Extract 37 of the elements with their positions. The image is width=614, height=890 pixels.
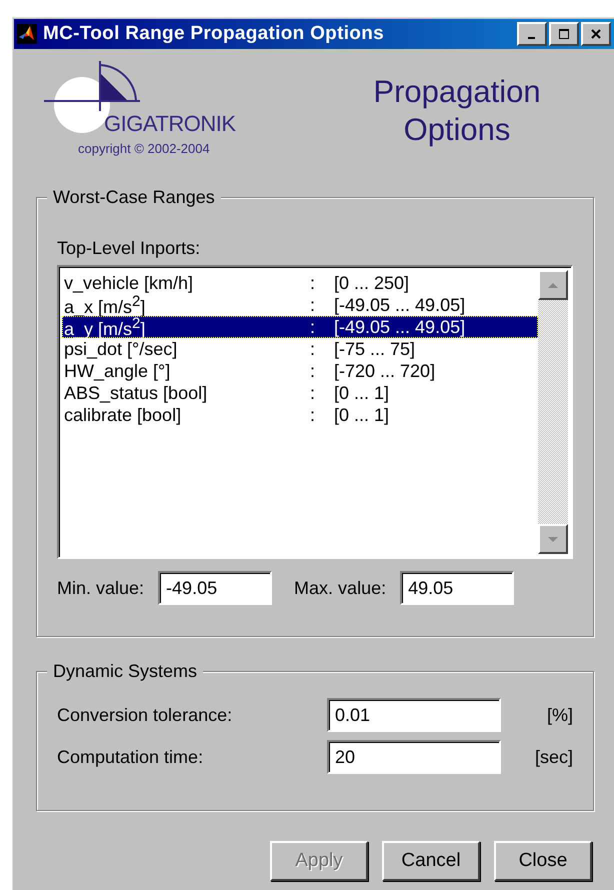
list-item[interactable]: psi_dot [°/sec] : [-75 ... 75] — [62, 338, 538, 360]
input-field[interactable]: -49.05 — [158, 571, 272, 605]
list-item[interactable]: HW_angle [°] : [-720 ... 720] — [62, 360, 538, 382]
logo-name: GIGATRONIK — [104, 111, 236, 137]
maximize-icon — [558, 28, 570, 40]
app-icon — [17, 24, 37, 44]
close-button[interactable] — [581, 22, 611, 46]
list-label: Top-Level Inports: — [57, 238, 202, 259]
group-title: Worst-Case Ranges — [47, 187, 221, 208]
field-label: Computation time: — [57, 746, 204, 768]
maximize-button[interactable] — [549, 22, 579, 46]
input-field[interactable]: 0.01 — [327, 698, 501, 732]
scrollbar[interactable] — [538, 270, 568, 554]
down-arrow-icon — [547, 536, 559, 542]
up-arrow-icon — [547, 282, 559, 288]
list-item[interactable]: v_vehicle [km/h] : [0 ... 250] — [62, 272, 538, 294]
unit-label: [sec] — [534, 746, 573, 768]
copyright-text: copyright © 2002-2004 — [78, 141, 211, 156]
list-item[interactable]: calibrate [bool] : [0 ... 1] — [62, 404, 538, 426]
field-label: Max. value: — [294, 578, 386, 598]
dialog-heading: Propagation Options — [372, 73, 542, 149]
minimize-button[interactable] — [517, 22, 547, 46]
close-icon — [590, 28, 602, 40]
list-item[interactable]: ABS_status [bool] : [0 ... 1] — [62, 382, 538, 404]
input-field[interactable]: 20 — [327, 740, 501, 774]
field-label: Conversion tolerance: — [57, 704, 234, 726]
unit-label: [%] — [546, 704, 573, 726]
minimize-icon — [528, 36, 536, 40]
input-field[interactable]: 49.05 — [400, 571, 514, 605]
group-title: Dynamic Systems — [47, 661, 204, 682]
scroll-up-button[interactable] — [538, 270, 568, 300]
window-title: MC-Tool Range Propagation Options — [43, 23, 385, 45]
dialog-button[interactable]: Cancel — [382, 841, 480, 881]
dialog-button[interactable]: Close — [494, 841, 592, 881]
field-label: Min. value: — [57, 578, 144, 598]
scroll-down-button[interactable] — [538, 524, 568, 554]
list-item[interactable]: a_x [m/s$^{2}$] : [-49.05 ... 49.05] — [62, 294, 538, 316]
